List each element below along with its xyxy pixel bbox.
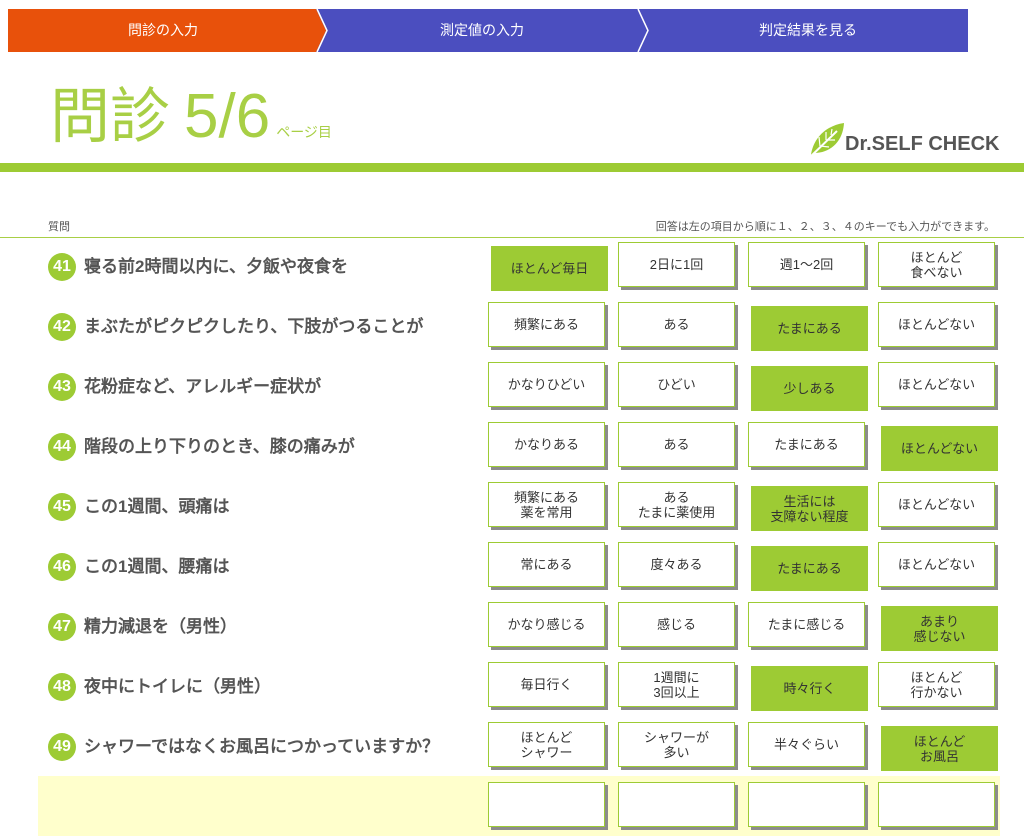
header-green-bar [0,163,1024,172]
answer-option-button[interactable]: ある たまに薬使用 [618,482,735,527]
question-number-badge: 44 [48,433,76,461]
answer-option-button[interactable]: 感じる [618,602,735,647]
answer-option-button[interactable]: ある [618,422,735,467]
step-3-label: 判定結果を見る [759,22,857,38]
answer-option-button-selected[interactable]: ほとんど お風呂 [881,726,998,771]
answer-option-button[interactable]: ほとんど 食べない [878,242,995,287]
question-number-badge: 46 [48,553,76,581]
answer-option-button[interactable]: たまにある [748,422,865,467]
step-progress-bar: 問診の入力 測定値の入力 判定結果を見る [0,0,1024,56]
answer-option-button-selected[interactable]: 少しある [751,366,868,411]
question-number-badge: 41 [48,253,76,281]
answer-option-button-selected[interactable]: ほとんど毎日 [491,246,608,291]
page-title-text: 問診 [50,83,170,150]
leaf-icon [807,123,844,160]
answer-option-button[interactable]: 毎日行く [488,662,605,707]
focused-question-row [38,776,1000,836]
answer-option-button-selected[interactable]: 生活には 支障ない程度 [751,486,868,531]
question-number-badge: 48 [48,673,76,701]
question-row: 45 この1週間、頭痛は 頻繁にある 薬を常用 ある たまに薬使用 生活には 支障ない程… [0,482,1024,542]
question-row: 46 この1週間、腰痛は 常にある 度々ある たまにある ほとんどない [0,542,1024,602]
answer-option-button-selected[interactable]: たまにある [751,306,868,351]
question-text: 精力減退を（男性） [84,617,237,636]
answer-option-button[interactable]: かなりある [488,422,605,467]
question-row: 48 夜中にトイレに（男性） 毎日行く 1週間に 3回以上 時々行く ほとんど 行かない [0,662,1024,722]
answer-option-button[interactable]: ほとんどない [878,482,995,527]
question-text: まぶたがピクピクしたり、下肢がつることが [84,317,424,336]
answer-option-button[interactable]: 頻繁にある 薬を常用 [488,482,605,527]
answer-option-button[interactable]: 常にある [488,542,605,587]
keyboard-hint: 回答は左の項目から順に１、２、３、４のキーでも入力ができます。 [655,221,995,233]
answer-option-button-selected[interactable]: あまり 感じない [881,606,998,651]
question-text: この1週間、腰痛は [84,557,230,576]
question-text: この1週間、頭痛は [84,497,230,516]
answer-option-button[interactable] [488,782,605,827]
answer-option-button[interactable]: ある [618,302,735,347]
answer-option-button[interactable]: ほとんどない [878,542,995,587]
answer-option-button[interactable]: 度々ある [618,542,735,587]
question-text: 寝る前2時間以内に、夕飯や夜食を [84,257,348,276]
answer-option-button[interactable]: シャワーが 多い [618,722,735,767]
answer-option-button[interactable] [748,782,865,827]
question-number-badge: 42 [48,313,76,341]
question-number-badge: 45 [48,493,76,521]
page-title: 問診 5/6 ページ目 [50,86,332,148]
step-2-label: 測定値の入力 [440,22,524,38]
answer-option-button[interactable]: ほとんど 行かない [878,662,995,707]
logo-text: Dr.SELF CHECK [845,133,1000,155]
answer-option-button[interactable]: かなりひどい [488,362,605,407]
question-text: 夜中にトイレに（男性） [84,677,271,696]
answer-option-button[interactable]: 1週間に 3回以上 [618,662,735,707]
answer-option-button[interactable] [878,782,995,827]
question-column-header: 質問 [48,221,70,233]
question-text: 花粉症など、アレルギー症状が [84,377,322,396]
step-1-label: 問診の入力 [128,22,198,38]
answer-option-button-selected[interactable]: たまにある [751,546,868,591]
table-divider [0,237,1024,238]
answer-option-button[interactable]: 2日に1回 [618,242,735,287]
question-row: 44 階段の上り下りのとき、膝の痛みが かなりある ある たまにある ほとんどない [0,422,1024,482]
page-counter-suffix: ページ目 [276,124,332,140]
answer-option-button[interactable]: 半々ぐらい [748,722,865,767]
answer-option-button[interactable]: たまに感じる [748,602,865,647]
question-row: 42 まぶたがピクピクしたり、下肢がつることが 頻繁にある ある たまにある ほとんどない [0,302,1024,362]
answer-option-button[interactable]: 週1〜2回 [748,242,865,287]
question-row: 47 精力減退を（男性） かなり感じる 感じる たまに感じる あまり 感じない [0,602,1024,662]
answer-option-button[interactable]: 頻繁にある [488,302,605,347]
answer-option-button[interactable]: ほとんどない [878,302,995,347]
answer-option-button[interactable]: ほとんどない [878,362,995,407]
answer-option-button-selected[interactable]: 時々行く [751,666,868,711]
answer-option-button-selected[interactable]: ほとんどない [881,426,998,471]
question-text: シャワーではなくお風呂につかっていますか？ [84,737,440,756]
answer-option-button[interactable] [618,782,735,827]
question-row: 49 シャワーではなくお風呂につかっていますか？ ほとんど シャワー シャワーが 多い… [0,722,1024,782]
page-counter: 5/6 [184,82,271,151]
question-number-badge: 49 [48,733,76,761]
question-number-badge: 43 [48,373,76,401]
question-number-badge: 47 [48,613,76,641]
answer-option-button[interactable]: ひどい [618,362,735,407]
answer-option-button[interactable]: かなり感じる [488,602,605,647]
answer-option-button[interactable]: ほとんど シャワー [488,722,605,767]
question-row: 43 花粉症など、アレルギー症状が かなりひどい ひどい 少しある ほとんどない [0,362,1024,422]
question-text: 階段の上り下りのとき、膝の痛みが [84,437,355,456]
question-row: 41 寝る前2時間以内に、夕飯や夜食を ほとんど毎日 2日に1回 週1〜2回 ほとんど 食… [0,242,1024,302]
